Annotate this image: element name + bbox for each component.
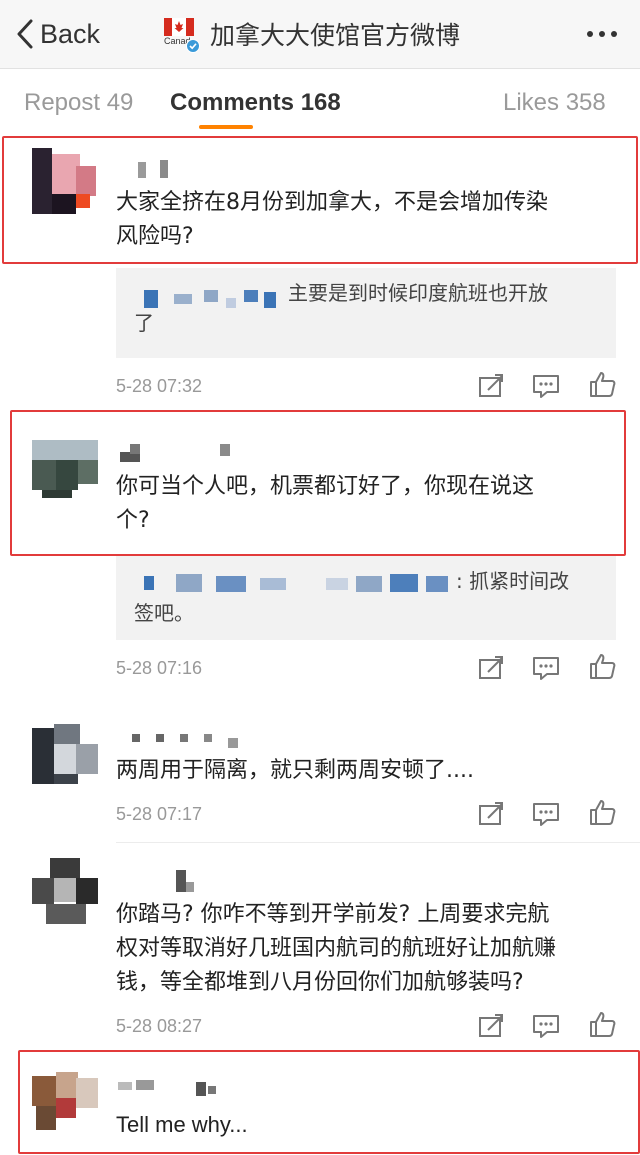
comment-item: 你踏马? 你咋不等到开学前发? 上周要求完航 权对等取消好几班国内航司的航班好让… xyxy=(0,846,640,1046)
comment-text: 你可当个人吧，机票都订好了，你现在说这 个? xyxy=(116,470,616,538)
username-blurred[interactable] xyxy=(116,442,246,464)
reply-text-line: 签吧。 xyxy=(134,601,194,625)
tab-bar: Repost 49 Comments 168 Likes 358 xyxy=(0,69,640,133)
reply-text-line: 主要是到时候印度航班也开放 xyxy=(288,281,548,305)
reply-preview[interactable]: 主要是到时候印度航班也开放 了 xyxy=(116,268,616,358)
top-nav-bar: Back Canada 加拿大大使馆官方微博 xyxy=(0,0,640,69)
comment-item: 两周用于隔离，就只剩两周安顿了.... 5-28 07:17 xyxy=(0,708,640,844)
back-chevron-icon xyxy=(17,19,33,49)
comment-text-line: 两周用于隔离，就只剩两周安顿了.... xyxy=(116,758,474,783)
comment-icon[interactable] xyxy=(531,1012,561,1040)
reply-preview[interactable]: : 抓紧时间改 签吧。 xyxy=(116,556,616,640)
page-title-group: Canada 加拿大大使馆官方微博 xyxy=(164,14,460,54)
canada-flag-icon xyxy=(164,18,194,36)
username-blurred[interactable] xyxy=(116,728,246,750)
avatar[interactable] xyxy=(32,1068,98,1134)
comment-icon[interactable] xyxy=(531,372,561,400)
reply-text-line: : 抓紧时间改 xyxy=(456,569,570,593)
repost-icon[interactable] xyxy=(476,372,506,400)
comment-text-line: 钱，等全都堆到八月份回你们加航够装吗? xyxy=(116,970,524,995)
comment-text-line: 个? xyxy=(116,508,150,533)
like-icon[interactable] xyxy=(588,652,618,680)
like-icon[interactable] xyxy=(588,798,618,826)
username-blurred[interactable] xyxy=(116,1074,226,1096)
comment-text: 两周用于隔离，就只剩两周安顿了.... xyxy=(116,754,616,788)
repost-icon[interactable] xyxy=(476,654,506,682)
avatar[interactable] xyxy=(32,718,98,784)
comment-text: Tell me why... xyxy=(116,1108,616,1142)
verified-icon xyxy=(186,39,200,53)
comment-item: 你可当个人吧，机票都订好了，你现在说这 个? : 抓紧时间改 签吧。 5-28 … xyxy=(0,412,640,708)
timestamp: 5-28 07:16 xyxy=(116,658,203,678)
comment-text: 大家全挤在8月份到加拿大，不是会增加传染 风险吗? xyxy=(116,186,616,254)
divider xyxy=(116,842,640,843)
comment-icon[interactable] xyxy=(531,654,561,682)
avatar[interactable] xyxy=(32,432,98,498)
back-button[interactable]: Back xyxy=(16,14,100,54)
comment-text-line: 你踏马? 你咋不等到开学前发? 上周要求完航 xyxy=(116,902,550,927)
timestamp: 5-28 08:27 xyxy=(116,1016,203,1036)
avatar[interactable] xyxy=(32,858,98,924)
back-label: Back xyxy=(40,18,101,49)
repost-icon[interactable] xyxy=(476,800,506,828)
comment-text-line: 大家全挤在8月份到加拿大，不是会增加传染 xyxy=(116,190,548,215)
reply-username-blurred xyxy=(144,290,276,308)
comment-text-line: 你可当个人吧，机票都订好了，你现在说这 xyxy=(116,474,535,499)
comment-item: Tell me why... xyxy=(0,1052,640,1155)
reply-username-blurred xyxy=(144,574,448,592)
repost-icon[interactable] xyxy=(476,1012,506,1040)
active-tab-indicator xyxy=(199,125,253,129)
comment-text-line: Tell me why... xyxy=(116,1112,248,1137)
tab-repost[interactable]: Repost 49 xyxy=(24,89,133,117)
comment-text: 你踏马? 你咋不等到开学前发? 上周要求完航 权对等取消好几班国内航司的航班好让… xyxy=(116,898,616,1000)
reply-text-line: 了 xyxy=(134,311,154,335)
account-logo: Canada xyxy=(164,16,200,53)
username-blurred[interactable] xyxy=(116,870,206,892)
comment-icon[interactable] xyxy=(531,800,561,828)
like-icon[interactable] xyxy=(588,370,618,398)
username-blurred[interactable] xyxy=(116,158,176,180)
like-icon[interactable] xyxy=(588,1010,618,1038)
page-title: 加拿大大使馆官方微博 xyxy=(210,21,461,50)
timestamp: 5-28 07:32 xyxy=(116,376,203,396)
avatar[interactable] xyxy=(32,148,98,214)
comment-text-line: 风险吗? xyxy=(116,224,194,249)
timestamp: 5-28 07:17 xyxy=(116,804,203,824)
comment-text-line: 权对等取消好几班国内航司的航班好让加航赚 xyxy=(116,936,557,961)
more-icon[interactable] xyxy=(582,20,622,48)
tab-comments[interactable]: Comments 168 xyxy=(170,89,341,117)
comment-item: 大家全挤在8月份到加拿大，不是会增加传染 风险吗? 主要是到时候印度航班也开放 … xyxy=(0,134,640,412)
tab-likes[interactable]: Likes 358 xyxy=(503,89,606,117)
